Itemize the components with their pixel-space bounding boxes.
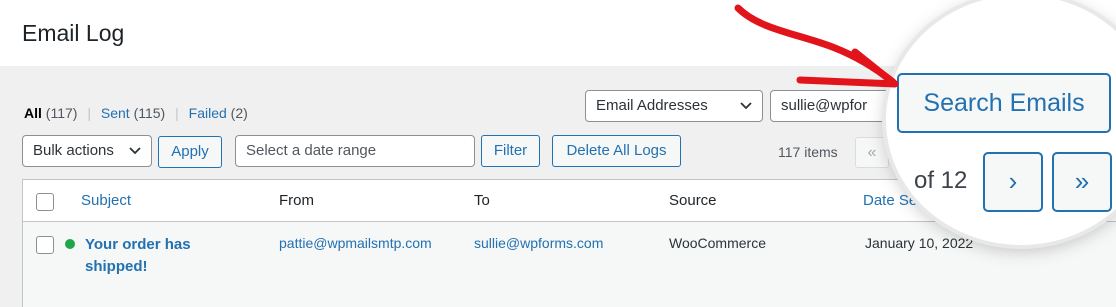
status-dot-icon [65, 239, 75, 249]
row-from[interactable]: pattie@wpmailsmtp.com [279, 235, 432, 251]
apply-button[interactable]: Apply [158, 136, 222, 168]
date-range-input[interactable]: Select a date range [235, 135, 475, 167]
column-subject[interactable]: Subject [81, 192, 131, 209]
filter-all-label[interactable]: All [24, 105, 42, 121]
filter-sent-link[interactable]: Sent [101, 105, 130, 121]
filter-sent-count: (115) [133, 105, 166, 121]
table-row: Your order has shipped! pattie@wpmailsmt… [23, 222, 1116, 307]
row-to[interactable]: sullie@wpforms.com [474, 235, 603, 251]
search-emails-button[interactable]: Search Emails [897, 73, 1111, 133]
chevron-down-icon [129, 147, 141, 155]
filter-separator: | [175, 105, 179, 121]
bulk-actions-select[interactable]: Bulk actions [22, 135, 152, 167]
column-source: Source [669, 192, 717, 209]
filter-failed-link[interactable]: Failed [189, 105, 227, 121]
select-all-checkbox[interactable] [36, 193, 54, 211]
items-count: 117 items [778, 144, 838, 160]
last-page-button[interactable]: » [1052, 152, 1112, 212]
bulk-actions-value: Bulk actions [33, 142, 114, 159]
page-count: of 12 [914, 167, 968, 194]
column-to: To [474, 192, 490, 209]
row-subject-link[interactable]: Your order has shipped! [85, 234, 225, 278]
column-from: From [279, 192, 314, 209]
delete-all-logs-button[interactable]: Delete All Logs [552, 135, 681, 167]
page-title: Email Log [22, 20, 125, 46]
row-date: January 10, 2022 [865, 235, 974, 251]
next-page-button[interactable]: › [983, 152, 1043, 212]
status-filters: All (117) | Sent (115) | Failed (2) [24, 105, 248, 121]
filter-all-count: (117) [45, 105, 78, 121]
search-field-select[interactable]: Email Addresses [585, 90, 763, 122]
search-field-select-value: Email Addresses [596, 97, 708, 114]
row-source: WooCommerce [669, 235, 766, 251]
chevron-down-icon [740, 102, 752, 110]
filter-separator: | [87, 105, 91, 121]
search-input[interactable]: sullie@wpfor [770, 90, 890, 122]
column-date[interactable]: Date Se [863, 192, 917, 209]
row-checkbox[interactable] [36, 236, 54, 254]
filter-button[interactable]: Filter [481, 135, 540, 167]
filter-failed-count: (2) [230, 105, 248, 121]
first-page-button[interactable]: « [855, 137, 889, 168]
